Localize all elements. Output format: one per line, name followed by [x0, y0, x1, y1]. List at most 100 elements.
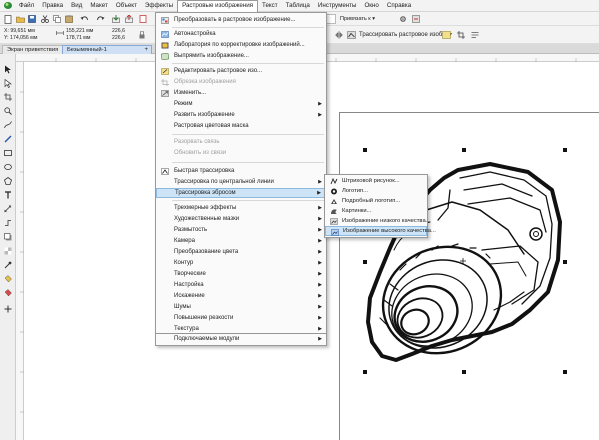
- menu-table[interactable]: Таблица: [282, 0, 314, 12]
- scale-y-field[interactable]: 226,6: [112, 35, 125, 42]
- menu-item-expand-image[interactable]: Развить изображение ▶: [156, 110, 326, 120]
- crop-tool-icon[interactable]: [3, 92, 13, 102]
- menu-item-camera[interactable]: Камера ▶: [156, 236, 326, 246]
- text-tool-icon[interactable]: [3, 190, 13, 200]
- parallel-dimension-tool-icon[interactable]: [3, 204, 13, 214]
- submenu-item-low-quality-image[interactable]: Изображение низкого качества...: [325, 216, 431, 226]
- selection-handle-top-center[interactable]: [462, 148, 466, 152]
- eyedropper-tool-icon[interactable]: [3, 260, 13, 270]
- menu-text[interactable]: Текст: [258, 0, 282, 12]
- menu-item-outline-trace[interactable]: Трассировка эбросом ▶: [156, 188, 326, 198]
- rectangle-tool-icon[interactable]: [3, 148, 13, 158]
- vertical-ruler[interactable]: [16, 62, 24, 440]
- menu-item-bitmap-color-mask[interactable]: Растровая цветовая маска: [156, 121, 326, 131]
- publish-pdf-icon[interactable]: [138, 14, 148, 24]
- paste-icon[interactable]: [64, 14, 74, 24]
- selection-handle-bottom-center[interactable]: [462, 370, 466, 374]
- artistic-media-tool-icon[interactable]: [3, 134, 13, 144]
- menu-item-centerline-trace[interactable]: Трассировка по центральной линии ▶: [156, 177, 326, 187]
- menu-item-straighten-image[interactable]: Выпрямить изображение...: [156, 51, 326, 61]
- drop-shadow-tool-icon[interactable]: [3, 232, 13, 242]
- menu-item-distort[interactable]: Искажение ▶: [156, 291, 326, 301]
- menu-layout[interactable]: Макет: [86, 0, 112, 12]
- menu-item-convert-to-bitmap[interactable]: Преобразовать в растровое изображение...: [156, 15, 326, 25]
- menu-item-color-transform[interactable]: Преобразование цвета ▶: [156, 247, 326, 257]
- menu-window[interactable]: Окно: [360, 0, 382, 12]
- menu-item-3d-effects[interactable]: Трехмерные эффекты ▶: [156, 203, 326, 213]
- shape-tool-icon[interactable]: [3, 78, 13, 88]
- submenu-item-high-quality-image[interactable]: Изображение высокого качества...: [325, 226, 436, 236]
- trace-bitmap-button[interactable]: Трассировать растровое изобр. ▾: [347, 30, 452, 40]
- menu-item-crop-bitmap[interactable]: Обрезка изображения: [156, 77, 326, 87]
- tab-untitled-1[interactable]: Безымянный-1 +: [62, 45, 152, 54]
- wrap-text-icon[interactable]: [470, 30, 480, 40]
- menu-item-auto-adjust[interactable]: Автонастройка: [156, 29, 326, 39]
- ellipse-tool-icon[interactable]: [3, 162, 13, 172]
- selection-handle-top-left[interactable]: [363, 148, 367, 152]
- selection-handle-bottom-right[interactable]: [563, 370, 567, 374]
- save-icon[interactable]: [27, 14, 37, 24]
- undo-icon[interactable]: [79, 14, 89, 24]
- lock-ratio-icon[interactable]: [137, 30, 147, 40]
- menu-item-art-strokes[interactable]: Художественные мазки ▶: [156, 214, 326, 224]
- menu-item-noise[interactable]: Шумы ▶: [156, 302, 326, 312]
- selection-handle-middle-right[interactable]: [563, 260, 567, 264]
- menu-file[interactable]: Файл: [15, 0, 38, 12]
- submenu-item-clipart[interactable]: Картинки...: [325, 206, 427, 216]
- submenu-item-logo[interactable]: Логотип...: [325, 186, 427, 196]
- selection-handle-top-right[interactable]: [563, 148, 567, 152]
- menu-item-custom[interactable]: Настройка ▶: [156, 280, 326, 290]
- scale-x-field[interactable]: 226,6: [112, 28, 125, 35]
- menu-effects[interactable]: Эффекты: [141, 0, 177, 12]
- menu-bitmaps[interactable]: Растровые изображения: [177, 0, 259, 12]
- redo-icon[interactable]: [95, 14, 105, 24]
- position-x-field[interactable]: X: 99,651 мм: [4, 28, 35, 35]
- submenu-item-detailed-logo[interactable]: Подробный логотип...: [325, 196, 427, 206]
- application-launcher-icon[interactable]: [411, 14, 421, 24]
- menu-item-contour[interactable]: Контур ▶: [156, 258, 326, 268]
- add-tool-icon[interactable]: [3, 304, 13, 314]
- menu-item-quick-trace[interactable]: Быстрая трассировка: [156, 166, 326, 176]
- interactive-fill-tool-icon[interactable]: [3, 274, 13, 284]
- object-width-field[interactable]: 155,221 мм: [66, 28, 93, 35]
- selection-handle-bottom-left[interactable]: [363, 370, 367, 374]
- menu-item-texture[interactable]: Текстура ▶: [156, 324, 326, 334]
- menu-item-edit-bitmap[interactable]: Редактировать растровое изо...: [156, 66, 326, 76]
- mirror-horizontal-icon[interactable]: [334, 30, 344, 40]
- polygon-tool-icon[interactable]: [3, 176, 13, 186]
- menu-view[interactable]: Вид: [67, 0, 86, 12]
- menu-tools[interactable]: Инструменты: [314, 0, 361, 12]
- cut-icon[interactable]: [40, 14, 50, 24]
- new-document-icon[interactable]: [3, 14, 13, 24]
- transparency-tool-icon[interactable]: [3, 246, 13, 256]
- freehand-tool-icon[interactable]: [3, 120, 13, 130]
- edit-bitmap-icon[interactable]: [441, 30, 451, 40]
- zoom-tool-icon[interactable]: [3, 106, 13, 116]
- menu-item-mode[interactable]: Режим ▶: [156, 99, 326, 109]
- options-gear-icon[interactable]: [398, 14, 408, 24]
- position-y-field[interactable]: Y: 174,056 мм: [4, 35, 37, 42]
- snap-to-dropdown[interactable]: Привязать к ▾: [340, 14, 375, 24]
- menu-item-plugins[interactable]: Подключаемые модули ▶: [155, 334, 327, 346]
- menu-item-image-adjustment-lab[interactable]: Лаборатория по корректировке изображений…: [156, 40, 326, 50]
- open-folder-icon[interactable]: [15, 14, 25, 24]
- smart-fill-tool-icon[interactable]: [3, 288, 13, 298]
- pick-tool-icon[interactable]: [3, 64, 13, 74]
- object-height-field[interactable]: 178,71 мм: [66, 35, 90, 42]
- menu-object[interactable]: Объект: [112, 0, 141, 12]
- menu-item-creative[interactable]: Творческие ▶: [156, 269, 326, 279]
- connector-tool-icon[interactable]: [3, 218, 13, 228]
- menu-item-update-from-link[interactable]: Обновить из связи: [156, 148, 326, 158]
- menu-help[interactable]: Справка: [383, 0, 415, 12]
- copy-icon[interactable]: [52, 14, 62, 24]
- menu-item-blur[interactable]: Размытость ▶: [156, 225, 326, 235]
- crop-bitmap-icon[interactable]: [456, 30, 466, 40]
- export-icon[interactable]: [124, 14, 134, 24]
- tab-welcome-screen[interactable]: Экран приветствия: [2, 45, 64, 54]
- menu-item-break-link[interactable]: Разорвать связь: [156, 137, 326, 147]
- menu-item-sharpen[interactable]: Повышение резкости ▶: [156, 313, 326, 323]
- menu-item-resample[interactable]: Изменить...: [156, 88, 326, 98]
- selection-handle-middle-left[interactable]: [363, 260, 367, 264]
- submenu-item-line-art[interactable]: Штриховой рисунок...: [325, 176, 427, 186]
- menu-edit[interactable]: Правка: [38, 0, 67, 12]
